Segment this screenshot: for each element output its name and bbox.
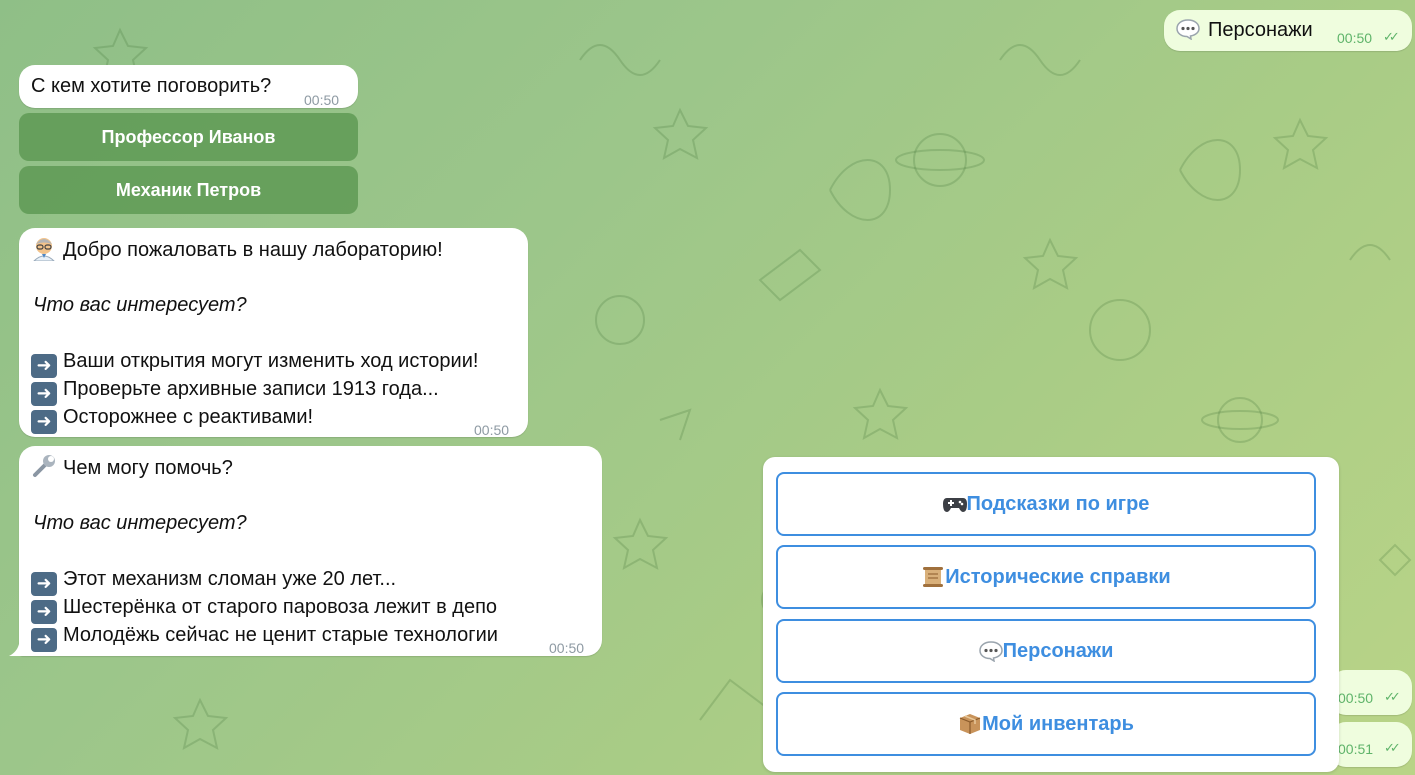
package-icon [958, 713, 982, 735]
message-time: 00:50 [549, 640, 585, 656]
scientist-icon [31, 235, 57, 262]
question-text: Что вас интересует? [33, 294, 247, 316]
incoming-message: С кем хотите поговорить? 00:50 [19, 65, 358, 108]
scroll-icon [921, 566, 945, 588]
greeting-text: Добро пожаловать в нашу лабораторию! [63, 239, 443, 261]
arrow-right-icon: ➜ [31, 628, 57, 652]
question-text: Что вас интересует? [33, 512, 247, 534]
keyboard-button-inventory[interactable]: Мой инвентарь [776, 692, 1316, 756]
outgoing-message: Персонажи 00:50 ✓✓ [1164, 10, 1412, 51]
read-checks-icon: ✓✓ [1384, 740, 1401, 755]
message-time: 00:50 [474, 422, 510, 438]
list-item: ➜ Шестерёнка от старого паровоза лежит в … [31, 593, 497, 624]
message-text: С кем хотите поговорить? [31, 75, 272, 97]
message-time: 00:50 [1338, 690, 1374, 706]
greeting-line: Добро пожаловать в нашу лабораторию! [31, 235, 443, 264]
message-time: 00:50 [1337, 30, 1373, 46]
list-item: ➜ Проверьте архивные записи 1913 года... [31, 375, 439, 406]
reply-keyboard: Подсказки по игре Исторические справки П… [763, 457, 1339, 772]
message-text: Персонажи [1208, 19, 1313, 41]
inline-button-mechanic[interactable]: Механик Петров [19, 166, 358, 214]
keyboard-button-game-tips[interactable]: Подсказки по игре [776, 472, 1316, 536]
keyboard-button-history[interactable]: Исторические справки [776, 545, 1316, 609]
list-item: ➜ Этот механизм сломан уже 20 лет... [31, 565, 396, 596]
greeting-text: Чем могу помочь? [63, 457, 233, 479]
list-item: ➜ Молодёжь сейчас не ценит старые техноло… [31, 621, 498, 652]
message-time: 00:50 [304, 92, 340, 108]
wrench-icon [31, 453, 57, 479]
read-checks-icon: ✓✓ [1384, 689, 1401, 704]
incoming-message-professor: Добро пожаловать в нашу лабораторию! Что… [19, 228, 528, 438]
greeting-line: Чем могу помочь? [31, 453, 233, 482]
outgoing-message: 00:51 ✓✓ [1330, 722, 1412, 767]
keyboard-button-characters[interactable]: Персонажи [776, 619, 1316, 683]
speech-bubble-icon [1176, 18, 1200, 41]
list-item: ➜ Осторожнее с реактивами! [31, 403, 313, 434]
outgoing-message: 00:50 ✓✓ [1330, 670, 1412, 715]
arrow-right-icon: ➜ [31, 410, 57, 434]
read-checks-icon: ✓✓ [1383, 29, 1400, 44]
incoming-message-mechanic: Чем могу помочь? Что вас интересует? ➜ Эт… [19, 446, 602, 656]
inline-button-professor[interactable]: Профессор Иванов [19, 113, 358, 161]
bubble-tail [9, 644, 23, 656]
gamepad-icon [942, 493, 967, 515]
list-item: ➜ Ваши открытия могут изменить ход истори… [31, 347, 478, 378]
message-time: 00:51 [1338, 741, 1374, 757]
speech-bubble-icon [978, 640, 1003, 663]
